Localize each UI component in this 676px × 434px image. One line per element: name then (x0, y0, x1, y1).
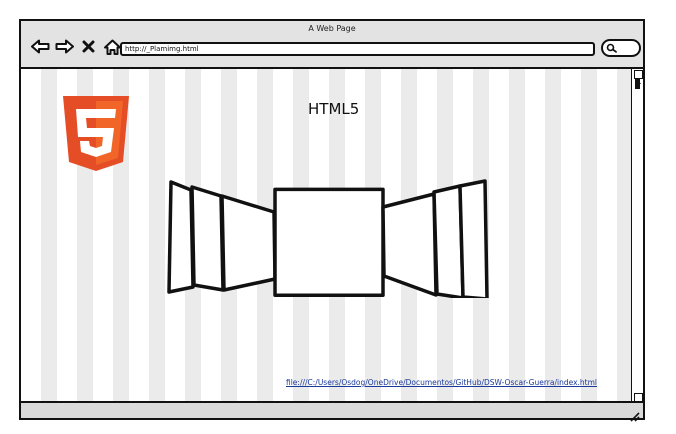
browser-window: A Web Page http://_Plamimg.html HTML5 fi… (19, 19, 645, 422)
status-bar (21, 401, 643, 422)
search-button[interactable] (601, 39, 641, 57)
footer-link[interactable]: file:///C:/Users/Osdog/OneDrive/Document… (286, 378, 597, 387)
page-heading: HTML5 (308, 100, 360, 118)
vertical-scrollbar[interactable] (631, 69, 643, 408)
back-arrow-icon[interactable] (31, 37, 50, 56)
search-icon (606, 43, 617, 53)
titlebar: A Web Page http://_Plamimg.html (21, 21, 643, 69)
window-title: A Web Page (308, 24, 356, 33)
image-carousel[interactable] (166, 172, 491, 302)
page-viewport: HTML5 file:///C:/Users/Osdog/OneDrive/Do… (21, 69, 633, 403)
resize-grip-icon[interactable] (630, 407, 640, 422)
scroll-thumb[interactable] (635, 79, 640, 89)
forward-arrow-icon[interactable] (55, 37, 74, 56)
html5-logo (63, 96, 129, 175)
close-icon[interactable] (79, 37, 98, 56)
nav-buttons (31, 37, 122, 56)
stage: A Web Page http://_Plamimg.html HTML5 fi… (0, 0, 676, 434)
scroll-up-icon[interactable] (634, 70, 643, 84)
address-bar[interactable]: http://_Plamimg.html (120, 42, 595, 56)
